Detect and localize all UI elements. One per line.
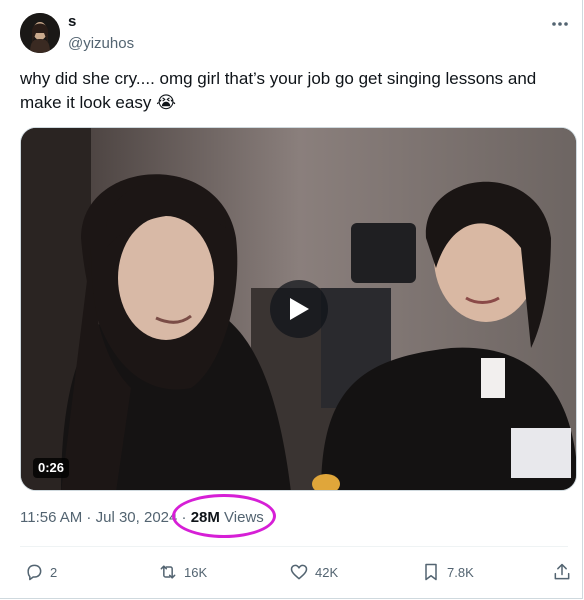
avatar-image — [20, 13, 60, 53]
display-name[interactable]: s — [68, 13, 76, 31]
views-label: Views — [219, 509, 264, 526]
tweet-body: why did she cry.... omg girl that’s your… — [20, 69, 537, 112]
bookmark-button[interactable]: 7.8K — [421, 558, 474, 586]
bookmark-icon — [425, 563, 437, 581]
share-icon — [554, 563, 570, 580]
user-handle[interactable]: @yizuhos — [68, 35, 134, 53]
like-count: 42K — [315, 564, 339, 580]
avatar[interactable] — [20, 13, 60, 53]
play-icon — [290, 298, 309, 320]
repost-button[interactable]: 16K — [158, 558, 207, 586]
more-icon — [552, 22, 568, 26]
tweet-text: why did she cry.... omg girl that’s your… — [20, 67, 560, 115]
reply-button[interactable]: 2 — [24, 558, 57, 586]
tweet-metadata: 11:56 AM · Jul 30, 2024 · 28M Views — [20, 509, 264, 527]
video-player[interactable]: 0:26 — [20, 127, 577, 491]
meta-separator: · — [177, 509, 191, 526]
crying-emoji: 😭 — [156, 93, 176, 112]
bookmark-count: 7.8K — [447, 564, 474, 580]
repost-icon — [160, 565, 176, 579]
repost-count: 16K — [184, 564, 208, 580]
meta-separator: · — [82, 509, 96, 526]
like-icon — [290, 564, 308, 580]
video-duration-badge: 0:26 — [33, 458, 70, 478]
action-bar: 2 16K 42K 7.8K — [0, 558, 584, 586]
tweet-date[interactable]: Jul 30, 2024 — [96, 509, 178, 526]
divider — [20, 546, 568, 547]
tweet-time[interactable]: 11:56 AM — [20, 509, 82, 526]
more-options-button[interactable] — [548, 14, 572, 34]
views-count: 28M — [190, 509, 220, 526]
play-button[interactable] — [270, 280, 328, 338]
reply-icon — [27, 564, 42, 581]
share-button[interactable] — [552, 558, 572, 586]
like-button[interactable]: 42K — [289, 558, 338, 586]
reply-count: 2 — [50, 564, 58, 580]
